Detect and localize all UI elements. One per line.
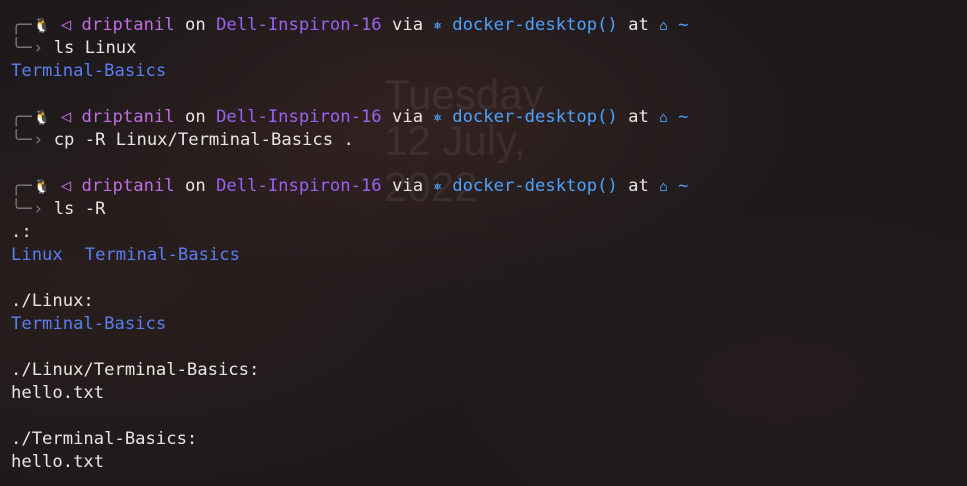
file-entry: hello.txt (11, 452, 105, 472)
file-entry: hello.txt (11, 383, 105, 403)
directory-entry: Terminal-Basics (11, 61, 167, 81)
prompt-at: at (628, 15, 649, 35)
prompt-connector-top: ╭─ (11, 15, 32, 35)
prompt-connector-top: ╭─ (11, 107, 32, 127)
listing-header: ./Linux: (11, 291, 94, 311)
prompt-line: ╭─🐧 ◁ driptanil on Dell-Inspiron-16 via … (11, 106, 961, 129)
docker-wheel-icon: ⎈ (433, 179, 442, 195)
output-line: ./Terminal-Basics: (11, 428, 961, 451)
prompt-connector-bottom: ╰─ (11, 130, 32, 150)
command-line: ╰─› ls -R (11, 199, 106, 219)
listing-header: ./Linux/Terminal-Basics: (11, 360, 260, 380)
prompt-docker-context: docker-desktop() (452, 176, 618, 196)
prompt-connector-bottom: ╰─ (11, 199, 32, 219)
prompt-path: ~ (678, 107, 689, 127)
prompt-host: Dell-Inspiron-16 (216, 176, 382, 196)
home-icon: ⌂ (659, 179, 668, 195)
docker-wheel-icon: ⎈ (433, 18, 442, 34)
prompt-user: driptanil (81, 107, 175, 127)
prompt-host: Dell-Inspiron-16 (216, 15, 382, 35)
prompt-docker-context: docker-desktop() (452, 107, 618, 127)
prompt-docker-context: docker-desktop() (452, 15, 618, 35)
prompt-connector-top: ╭─ (11, 176, 32, 196)
arrow-left-icon: ◁ (60, 107, 72, 127)
terminal-window[interactable]: ╭─🐧 ◁ driptanil on Dell-Inspiron-16 via … (11, 14, 961, 474)
directory-entry: Terminal-Basics (11, 314, 167, 334)
prompt-connector-bottom: ╰─ (11, 38, 32, 58)
prompt-user: driptanil (81, 176, 175, 196)
prompt-line: ╭─🐧 ◁ driptanil on Dell-Inspiron-16 via … (11, 175, 961, 198)
home-icon: ⌂ (659, 110, 668, 126)
output-line: hello.txt (11, 451, 961, 474)
linux-tux-icon: 🐧 (33, 179, 51, 195)
prompt-user: driptanil (81, 15, 175, 35)
linux-tux-icon: 🐧 (33, 18, 51, 34)
listing-header: .: (11, 222, 32, 242)
command-line: ╰─› cp -R Linux/Terminal-Basics . (11, 130, 354, 150)
output-line: ./Linux/Terminal-Basics: (11, 359, 961, 382)
output-line: Terminal-Basics (11, 313, 961, 336)
command-text: ls -R (53, 199, 106, 219)
output-line: ./Linux: (11, 290, 961, 313)
output-line: Linux Terminal-Basics (11, 244, 961, 267)
listing-header: ./Terminal-Basics: (11, 429, 198, 449)
command-text: cp -R Linux/Terminal-Basics . (53, 130, 354, 150)
prompt-at: at (628, 107, 649, 127)
directory-entry: Terminal-Basics (84, 245, 240, 265)
output-line: Terminal-Basics (11, 60, 961, 83)
output-line: .: (11, 221, 961, 244)
prompt-host: Dell-Inspiron-16 (216, 107, 382, 127)
arrow-left-icon: ◁ (60, 176, 72, 196)
prompt-via: via (392, 15, 424, 35)
command-line: ╰─› ls Linux (11, 38, 137, 58)
directory-entry: Linux (11, 245, 63, 265)
prompt-via: via (392, 176, 424, 196)
command-text: ls Linux (53, 38, 137, 58)
arrow-left-icon: ◁ (60, 15, 72, 35)
prompt-line: ╭─🐧 ◁ driptanil on Dell-Inspiron-16 via … (11, 14, 961, 37)
prompt-on: on (185, 107, 206, 127)
linux-tux-icon: 🐧 (33, 110, 51, 126)
prompt-via: via (392, 107, 424, 127)
prompt-path: ~ (678, 176, 689, 196)
docker-wheel-icon: ⎈ (433, 110, 442, 126)
prompt-on: on (185, 15, 206, 35)
output-line: hello.txt (11, 382, 961, 405)
home-icon: ⌂ (659, 18, 668, 34)
prompt-path: ~ (678, 15, 689, 35)
prompt-at: at (628, 176, 649, 196)
prompt-on: on (185, 176, 206, 196)
